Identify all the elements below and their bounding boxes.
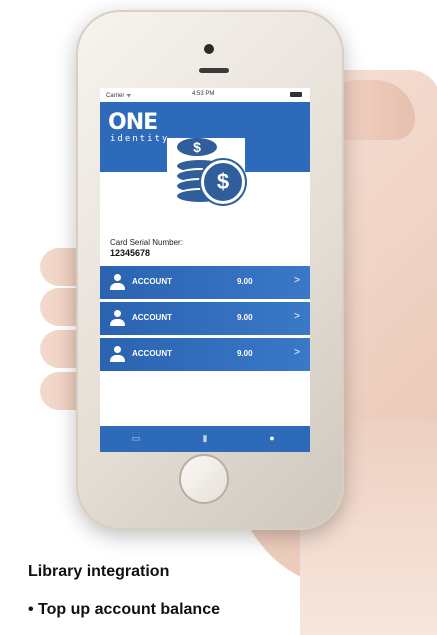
account-balance: 9.00: [237, 349, 253, 358]
account-list: ACCOUNT 9.00 > ACCOUNT 9.00 > ACCOUNT 9.…: [100, 266, 310, 374]
dollar-coin-icon: $: [201, 160, 245, 204]
account-label: ACCOUNT: [132, 349, 172, 358]
user-icon: [110, 346, 125, 362]
account-row[interactable]: ACCOUNT 9.00 >: [100, 266, 310, 299]
chevron-right-icon: >: [294, 275, 300, 286]
chevron-right-icon: >: [294, 347, 300, 358]
account-balance: 9.00: [237, 277, 253, 286]
account-row[interactable]: ACCOUNT 9.00 >: [100, 302, 310, 335]
account-balance: 9.00: [237, 313, 253, 322]
coins-icon: $ $: [167, 138, 245, 210]
card-serial-value: 12345678: [110, 248, 151, 258]
account-label: ACCOUNT: [132, 277, 172, 286]
caption-bullet: • Top up account balance: [28, 601, 220, 618]
clock: 4:53 PM: [192, 91, 215, 97]
home-button[interactable]: [179, 454, 229, 504]
front-camera: [204, 44, 214, 54]
user-icon: [110, 274, 125, 290]
phone-device: Carrier ᯤ 4:53 PM ONE identity $ $ Card …: [76, 10, 344, 530]
earpiece-speaker: [199, 68, 229, 73]
coin-top-icon: $: [177, 138, 217, 156]
app-screen: Carrier ᯤ 4:53 PM ONE identity $ $ Card …: [100, 88, 310, 452]
brand-logo-subtitle: identity: [110, 134, 170, 144]
chevron-right-icon: >: [294, 311, 300, 322]
card-serial-label: Card Serial Number:: [110, 238, 183, 247]
battery-icon: [290, 92, 302, 97]
caption-title: Library integration: [28, 563, 170, 580]
carrier-label: Carrier ᯤ: [106, 93, 132, 99]
status-bar: Carrier ᯤ 4:53 PM: [100, 88, 310, 102]
tab-bar: ▭ ▮ ●: [100, 426, 310, 452]
account-label: ACCOUNT: [132, 313, 172, 322]
card-icon[interactable]: ▭: [130, 433, 142, 445]
person-icon[interactable]: ●: [266, 433, 278, 445]
wallet-icon[interactable]: ▮: [199, 433, 211, 445]
account-row[interactable]: ACCOUNT 9.00 >: [100, 338, 310, 371]
brand-logo: ONE: [108, 110, 158, 135]
user-icon: [110, 310, 125, 326]
photo-stage: Carrier ᯤ 4:53 PM ONE identity $ $ Card …: [0, 0, 437, 635]
